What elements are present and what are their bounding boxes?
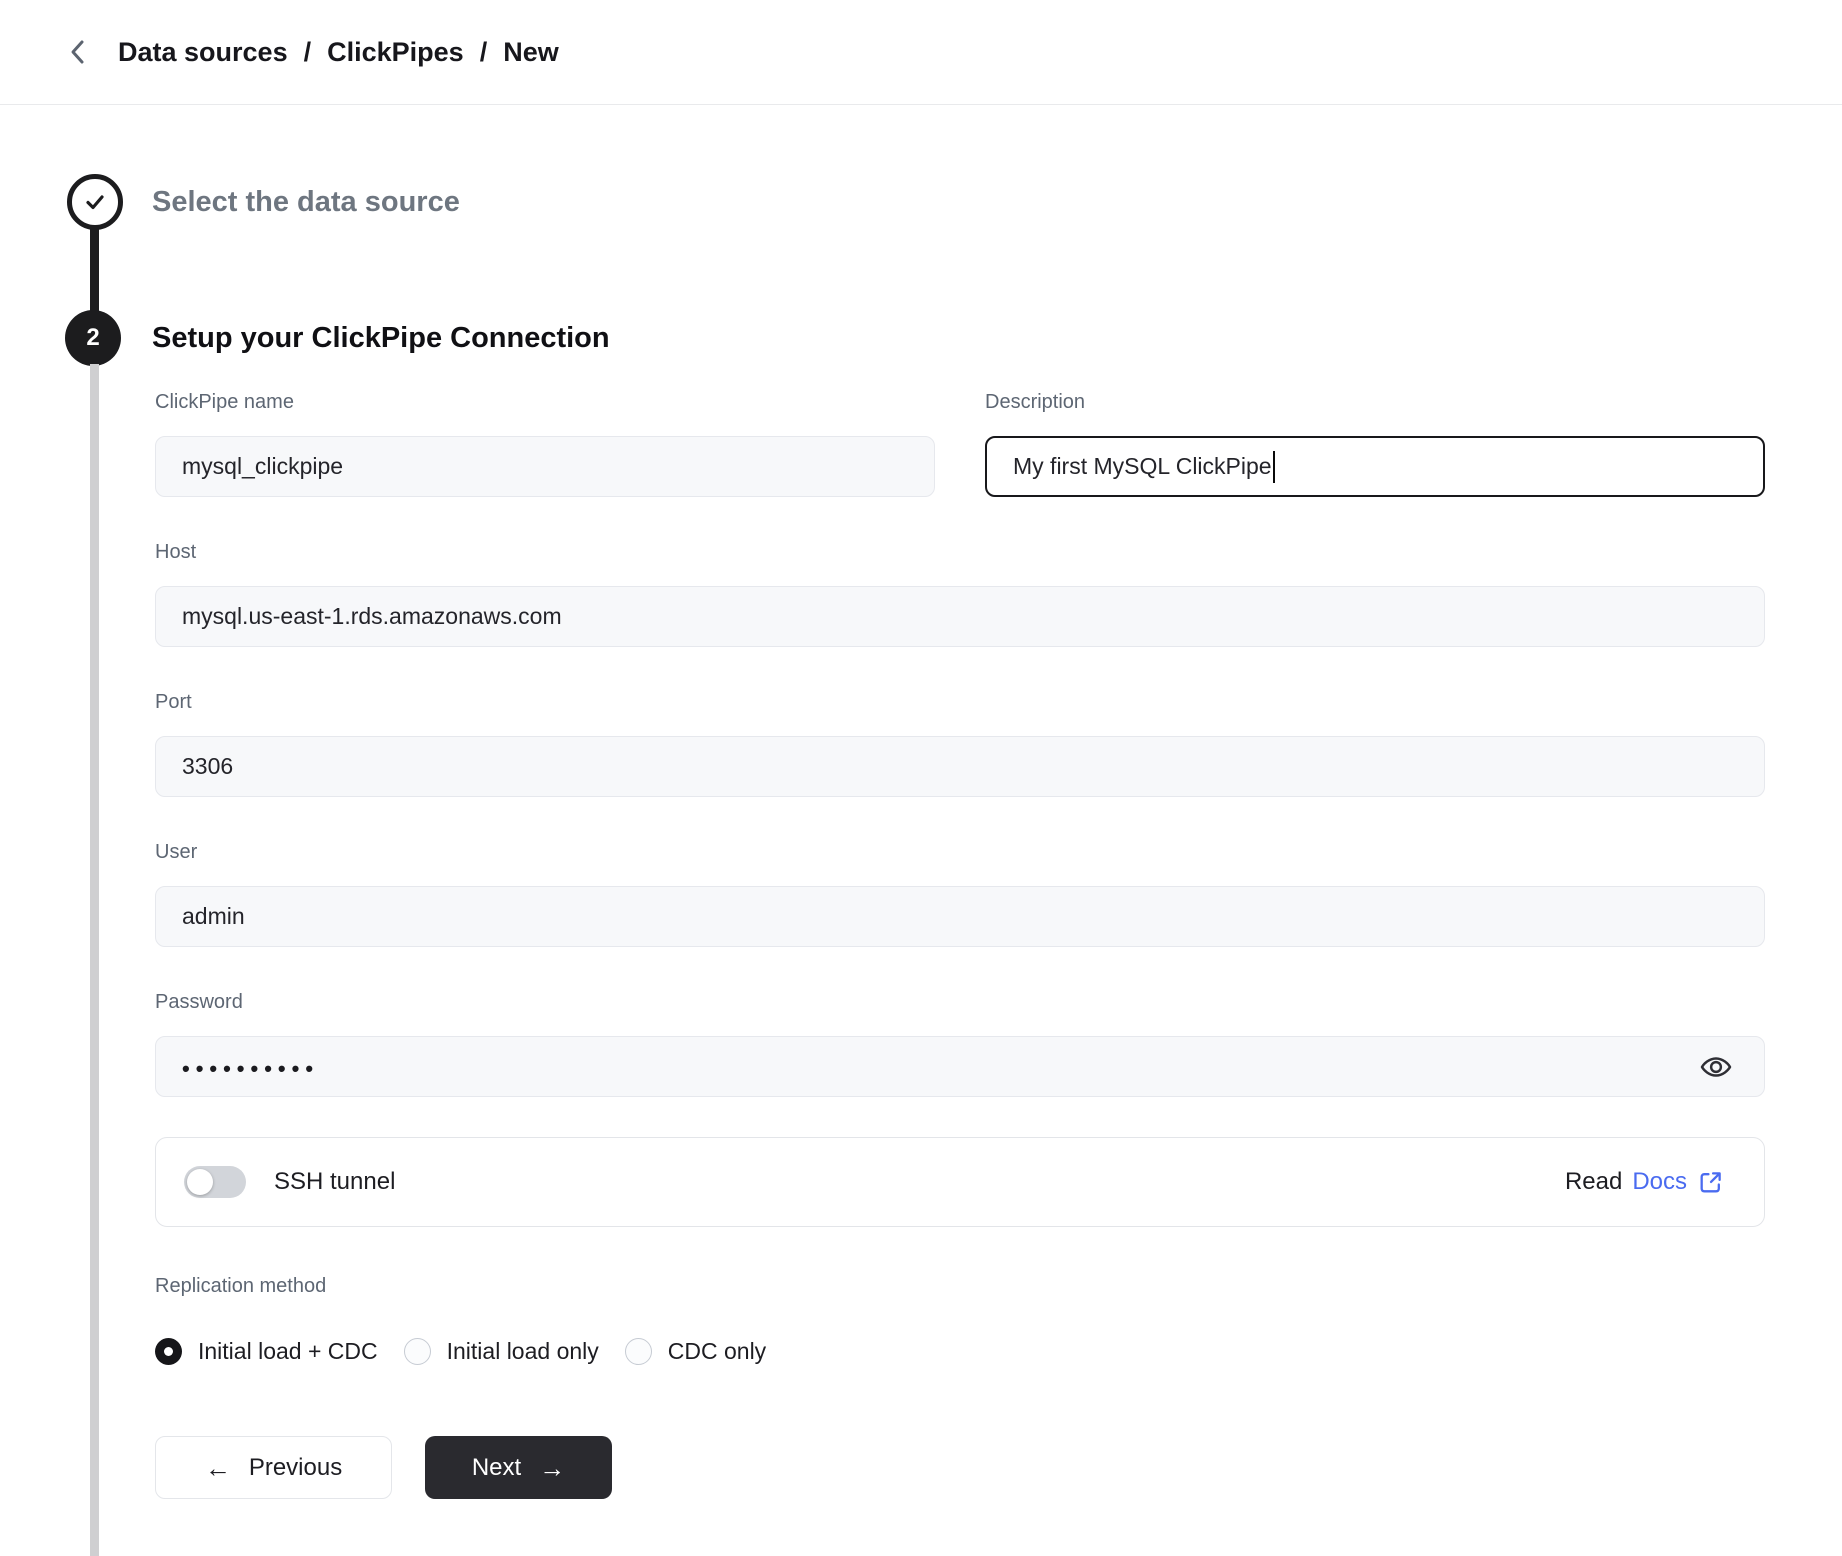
radio-selected-icon[interactable] (155, 1338, 182, 1365)
radio-cdc-only[interactable]: CDC only (625, 1338, 766, 1365)
eye-icon (1699, 1050, 1733, 1084)
breadcrumb-data-sources[interactable]: Data sources (118, 37, 288, 68)
ssh-tunnel-panel: SSH tunnel Read Docs (155, 1137, 1765, 1227)
user-value: admin (182, 903, 245, 930)
back-button[interactable] (58, 32, 98, 72)
radio-label: Initial load + CDC (198, 1338, 378, 1365)
radio-unselected-icon[interactable] (625, 1338, 652, 1365)
chevron-left-icon (67, 36, 89, 68)
next-button[interactable]: Next → (425, 1436, 612, 1499)
password-label: Password (155, 990, 1765, 1014)
toggle-knob (187, 1169, 213, 1195)
radio-label: Initial load only (447, 1338, 599, 1365)
read-text: Read (1565, 1168, 1622, 1196)
breadcrumb-separator: / (480, 37, 488, 68)
breadcrumb-bar: Data sources / ClickPipes / New (0, 0, 1842, 105)
clickpipe-name-value: mysql_clickpipe (182, 453, 343, 480)
breadcrumb-new: New (503, 37, 559, 68)
text-cursor (1273, 451, 1275, 483)
port-label: Port (155, 690, 1765, 714)
previous-button-label: Previous (249, 1454, 342, 1482)
replication-method-label: Replication method (155, 1274, 1765, 1298)
breadcrumb-separator: / (304, 37, 312, 68)
wizard-content: 2 Select the data source Setup your Clic… (0, 105, 1842, 1556)
description-input[interactable]: My first MySQL ClickPipe (985, 436, 1765, 497)
ssh-tunnel-label: SSH tunnel (274, 1168, 395, 1196)
breadcrumb: Data sources / ClickPipes / New (118, 37, 559, 68)
stepper-rail (90, 364, 99, 1556)
wizard-actions: ← Previous Next → (155, 1436, 1765, 1499)
next-button-label: Next (472, 1454, 521, 1482)
host-input[interactable]: mysql.us-east-1.rds.amazonaws.com (155, 586, 1765, 647)
check-icon (81, 188, 109, 216)
reveal-password-button[interactable] (1694, 1045, 1738, 1089)
host-label: Host (155, 540, 1765, 564)
step-2-indicator: 2 (65, 310, 121, 366)
replication-options: Initial load + CDC Initial load only CDC… (155, 1338, 1765, 1365)
clickpipe-connection-form: ClickPipe name mysql_clickpipe Descripti… (155, 105, 1765, 1499)
clickpipe-name-input[interactable]: mysql_clickpipe (155, 436, 935, 497)
breadcrumb-clickpipes[interactable]: ClickPipes (327, 37, 464, 68)
arrow-right-icon: → (539, 1455, 565, 1481)
docs-link-text: Docs (1632, 1168, 1687, 1196)
step-2-number: 2 (86, 324, 99, 352)
description-value: My first MySQL ClickPipe (1013, 453, 1272, 480)
user-label: User (155, 840, 1765, 864)
radio-unselected-icon[interactable] (404, 1338, 431, 1365)
clickpipe-name-label: ClickPipe name (155, 390, 935, 414)
external-link-icon (1697, 1169, 1724, 1196)
stepper-connector (90, 228, 99, 312)
password-input[interactable]: •••••••••• (155, 1036, 1765, 1097)
description-label: Description (985, 390, 1765, 414)
previous-button[interactable]: ← Previous (155, 1436, 392, 1499)
user-input[interactable]: admin (155, 886, 1765, 947)
radio-label: CDC only (668, 1338, 766, 1365)
docs-link[interactable]: Docs (1632, 1168, 1724, 1196)
ssh-tunnel-toggle[interactable] (184, 1166, 246, 1198)
password-masked-value: •••••••••• (182, 1056, 319, 1082)
arrow-left-icon: ← (205, 1455, 231, 1481)
radio-initial-load-only[interactable]: Initial load only (404, 1338, 599, 1365)
port-value: 3306 (182, 753, 233, 780)
radio-initial-load-cdc[interactable]: Initial load + CDC (155, 1338, 378, 1365)
step-1-indicator (67, 174, 123, 230)
host-value: mysql.us-east-1.rds.amazonaws.com (182, 603, 562, 630)
port-input[interactable]: 3306 (155, 736, 1765, 797)
